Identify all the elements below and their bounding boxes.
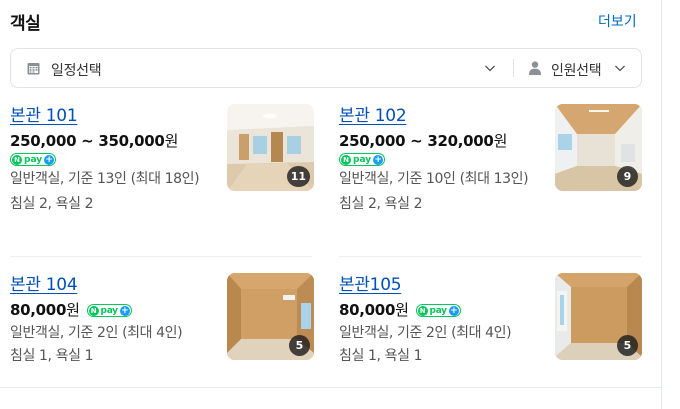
npay-n-icon: N — [341, 154, 351, 165]
section-title: 객실 — [10, 14, 41, 34]
person-icon — [529, 61, 541, 75]
room-thumbnail[interactable]: 11 — [227, 104, 314, 191]
bottom-divider — [0, 387, 661, 388]
npay-n-icon: N — [417, 305, 428, 316]
filter-divider — [513, 59, 514, 77]
row-divider — [339, 256, 641, 257]
room-description: 일반객실, 기준 13인 (최대 18인) — [10, 171, 200, 187]
date-select-button[interactable]: 일정선택 — [51, 60, 102, 80]
plus-icon: + — [119, 305, 130, 316]
chevron-down-icon[interactable] — [484, 62, 496, 74]
guest-select-button[interactable]: 인원선택 — [551, 60, 602, 80]
room-beds: 침실 2, 욕실 2 — [339, 196, 423, 212]
plus-icon: + — [373, 154, 384, 165]
npay-n-icon: N — [88, 305, 99, 316]
panel-right-border — [661, 0, 662, 409]
npay-n-icon: N — [12, 154, 22, 165]
npay-badge: Npay + — [10, 153, 57, 166]
photo-count-badge: 11 — [286, 166, 310, 187]
room-description: 일반객실, 기준 10인 (최대 13인) — [339, 171, 529, 187]
photo-count-badge: 5 — [617, 335, 638, 356]
room-beds: 침실 2, 욕실 2 — [10, 196, 94, 212]
room-thumbnail[interactable]: 9 — [555, 104, 642, 191]
calendar-icon — [27, 63, 40, 75]
npay-badge: Npay + — [339, 153, 386, 166]
plus-icon: + — [448, 305, 459, 316]
plus-icon: + — [44, 154, 55, 165]
filter-bar: 일정선택 인원선택 — [10, 48, 642, 88]
more-link[interactable]: 더보기 — [598, 11, 637, 31]
room-thumbnail[interactable]: 5 — [227, 273, 314, 360]
photo-count-badge: 9 — [617, 166, 638, 187]
npay-badge: Npay + — [86, 304, 132, 317]
row-divider — [10, 256, 312, 257]
npay-badge: Npay + — [415, 304, 461, 317]
room-thumbnail[interactable]: 5 — [555, 273, 642, 360]
photo-count-badge: 5 — [289, 335, 310, 356]
chevron-down-icon[interactable] — [614, 62, 626, 74]
